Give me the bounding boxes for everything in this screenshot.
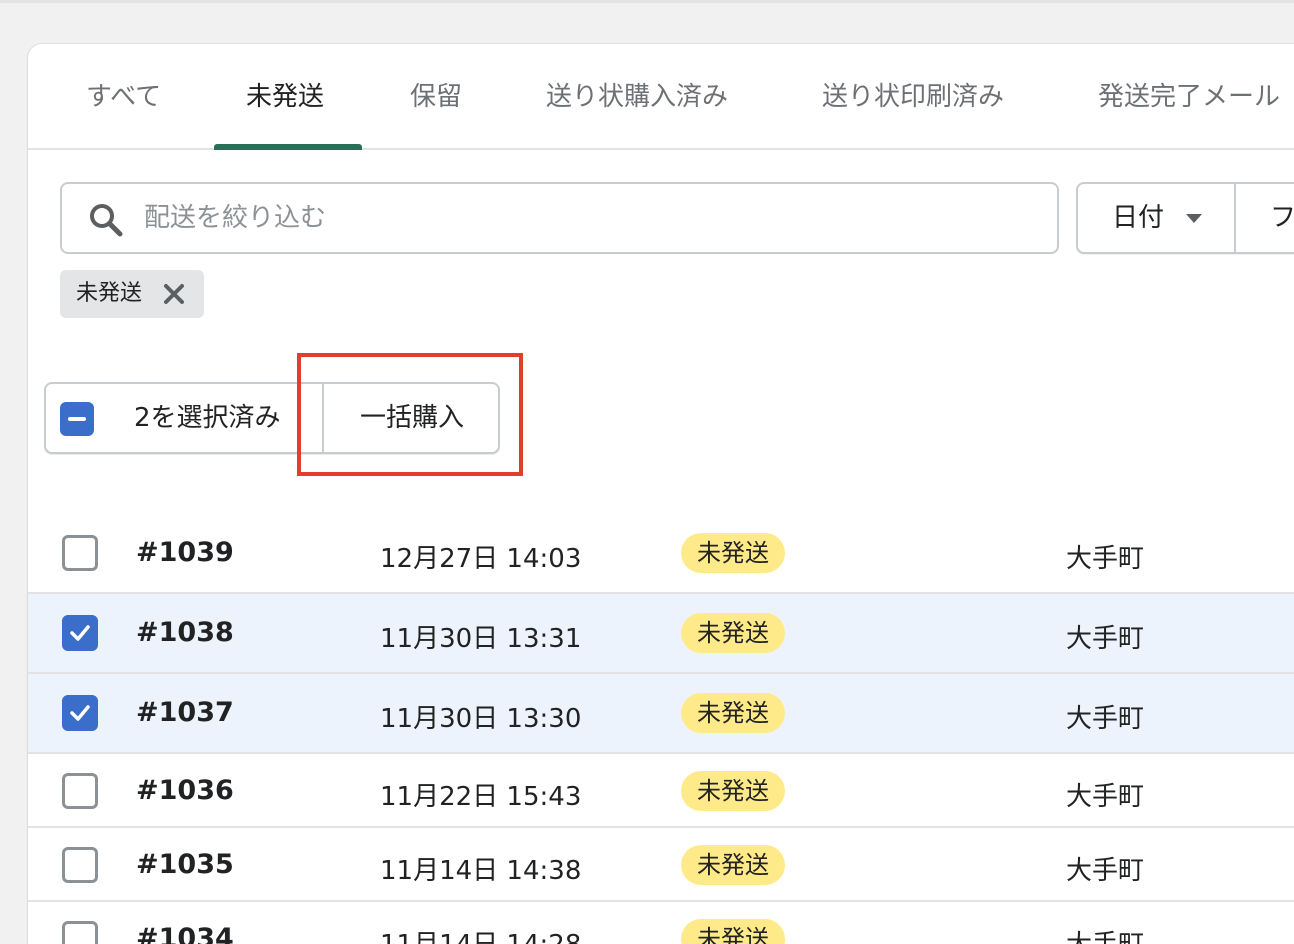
search-icon <box>90 204 123 237</box>
shipments-card: すべて 未発送 保留 送り状購入済み 送り状印刷済み 発送完了メール 配送を絞り… <box>28 44 1294 944</box>
order-number: #1037 <box>136 697 234 728</box>
selected-count: 2を選択済み <box>134 403 281 433</box>
order-number: #1035 <box>136 849 234 880</box>
location: 大手町 <box>1066 704 1145 734</box>
row-checkbox[interactable] <box>62 847 98 883</box>
table-row[interactable]: #1036 11月22日 15:43 未発送 大手町 <box>28 754 1294 828</box>
location: 大手町 <box>1066 924 1144 944</box>
order-number: #1039 <box>136 537 234 568</box>
location: 大手町 <box>1066 624 1145 654</box>
order-date: 11月30日 13:31 <box>380 624 582 654</box>
status-badge: 未発送 <box>681 771 785 811</box>
select-all-checkbox[interactable] <box>60 402 94 436</box>
location: 大手町 <box>1066 544 1145 574</box>
row-checkbox[interactable] <box>62 695 98 731</box>
row-checkbox[interactable] <box>62 921 98 944</box>
checkmark-icon <box>70 625 90 641</box>
more-filters-button[interactable]: フ <box>1270 184 1294 252</box>
search-input[interactable]: 配送を絞り込む <box>60 182 1059 254</box>
order-date: 12月27日 14:03 <box>380 544 582 574</box>
table-row[interactable]: #1034 11月14日 14:28 未発送 大手町 <box>28 902 1294 944</box>
table-row[interactable]: #1035 11月14日 14:38 未発送 大手町 <box>28 828 1294 902</box>
tab-on-hold[interactable]: 保留 <box>410 44 462 150</box>
tab-shipped-email[interactable]: 発送完了メール <box>1098 44 1280 150</box>
caret-down-icon <box>1186 214 1202 223</box>
active-tab-indicator <box>214 144 362 150</box>
status-badge: 未発送 <box>681 845 785 885</box>
chip-label: 未発送 <box>76 281 143 306</box>
close-icon[interactable] <box>162 282 186 306</box>
filter-button-group: 日付 フ <box>1076 182 1294 254</box>
bulk-actions-bar: 2を選択済み 一括購入 <box>44 382 500 454</box>
tab-all[interactable]: すべて <box>86 44 161 150</box>
order-date: 11月22日 15:43 <box>380 782 582 812</box>
order-date: 11月14日 14:28 <box>380 924 581 944</box>
bulk-purchase-button[interactable]: 一括購入 <box>324 384 500 452</box>
tab-bar: すべて 未発送 保留 送り状購入済み 送り状印刷済み 発送完了メール <box>28 44 1294 150</box>
applied-filter-chip: 未発送 <box>60 270 204 318</box>
row-checkbox[interactable] <box>62 535 98 571</box>
order-date: 11月30日 13:30 <box>380 704 582 734</box>
order-number: #1034 <box>136 923 234 944</box>
tab-label-printed[interactable]: 送り状印刷済み <box>822 44 1004 150</box>
status-badge: 未発送 <box>681 533 785 573</box>
tab-unfulfilled[interactable]: 未発送 <box>246 44 324 150</box>
row-checkbox[interactable] <box>62 615 98 651</box>
tab-label-purchased[interactable]: 送り状購入済み <box>546 44 728 150</box>
minus-icon <box>68 417 86 421</box>
status-badge: 未発送 <box>681 919 785 944</box>
checkmark-icon <box>70 705 90 721</box>
order-date: 11月14日 14:38 <box>380 856 582 886</box>
status-badge: 未発送 <box>681 693 785 733</box>
location: 大手町 <box>1066 782 1145 812</box>
order-number: #1038 <box>136 617 234 648</box>
table-row[interactable]: #1039 12月27日 14:03 未発送 大手町 <box>28 515 1294 594</box>
table-row[interactable]: #1038 11月30日 13:31 未発送 大手町 <box>28 594 1294 674</box>
location: 大手町 <box>1066 856 1145 886</box>
row-checkbox[interactable] <box>62 773 98 809</box>
status-badge: 未発送 <box>681 613 785 653</box>
order-number: #1036 <box>136 775 234 806</box>
date-filter-button[interactable]: 日付 <box>1078 184 1236 252</box>
date-filter-label: 日付 <box>1112 203 1165 233</box>
search-placeholder: 配送を絞り込む <box>144 203 327 233</box>
top-divider <box>0 0 1294 3</box>
table-row[interactable]: #1037 11月30日 13:30 未発送 大手町 <box>28 674 1294 754</box>
